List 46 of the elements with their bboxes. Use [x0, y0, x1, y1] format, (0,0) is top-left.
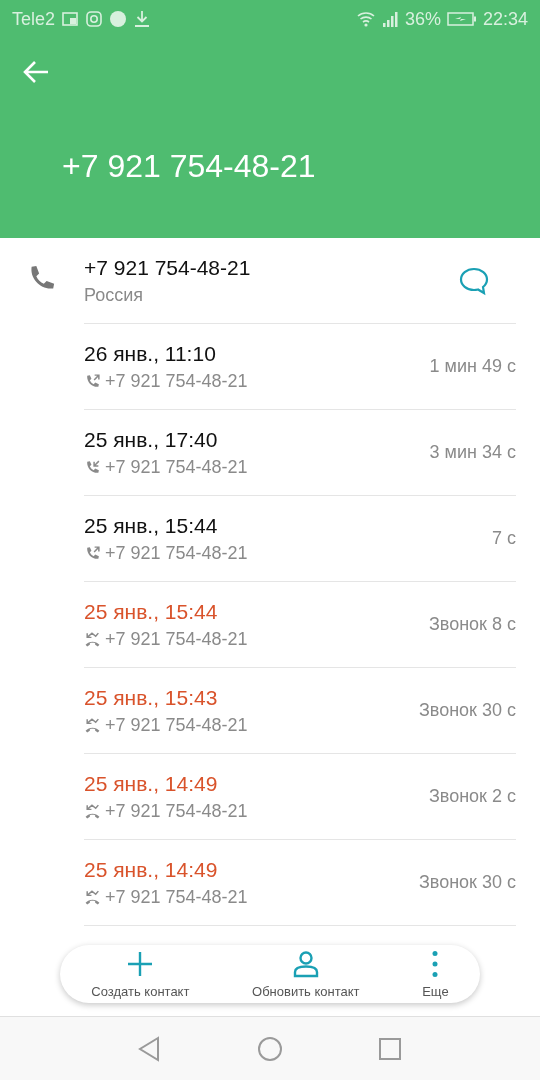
missed-call-icon: [84, 888, 101, 906]
phone-number: +7 921 754-48-21: [84, 255, 252, 280]
call-duration: 7 с: [492, 528, 516, 549]
missed-call-icon: [84, 716, 101, 734]
wifi-icon: [356, 10, 375, 28]
call-time: 25 янв., 14:49: [84, 771, 219, 796]
app-circle-icon: [109, 10, 128, 28]
action-button[interactable]: Обновить контакт: [252, 949, 360, 999]
action-button[interactable]: Еще: [422, 949, 449, 999]
call-time: 25 янв., 15:44: [84, 513, 219, 538]
call-number: +7 921 754-48-21: [105, 714, 248, 736]
contact-title: +7 921 754-48-21: [62, 148, 317, 185]
outgoing-call-icon: [84, 372, 101, 390]
call-time: 26 янв., 11:10: [84, 341, 217, 366]
call-time: 25 янв., 15:43: [84, 685, 219, 710]
region-label: Россия: [84, 284, 145, 306]
call-time: 25 янв., 17:40: [84, 427, 219, 452]
missed-call-icon: [84, 630, 101, 648]
camera-icon: [85, 10, 104, 28]
download-icon: [133, 10, 152, 28]
call-number: +7 921 754-48-21: [105, 800, 248, 822]
call-duration: 1 мин 49 с: [429, 356, 516, 377]
call-number: +7 921 754-48-21: [105, 542, 248, 564]
call-time: 25 янв., 15:44: [84, 599, 219, 624]
clock: 22:34: [482, 8, 528, 30]
action-button[interactable]: Создать контакт: [91, 949, 190, 999]
plus-icon: [126, 949, 155, 978]
person-icon: [291, 949, 320, 978]
call-duration: Звонок 30 с: [418, 872, 516, 893]
call-number: +7 921 754-48-21: [105, 370, 248, 392]
call-duration: Звонок 30 с: [418, 700, 516, 721]
incoming-call-icon: [84, 458, 101, 476]
carrier-name: Tele2: [12, 8, 56, 30]
call-duration: 3 мин 34 с: [429, 442, 516, 463]
signal-icon: [380, 10, 399, 28]
battery-charging-icon: [446, 11, 477, 27]
missed-call-icon: [84, 802, 101, 820]
more-icon: [432, 949, 439, 978]
call-time: 25 янв., 14:49: [84, 857, 219, 882]
outgoing-call-icon: [84, 544, 101, 562]
call-number: +7 921 754-48-21: [105, 886, 248, 908]
call-number: +7 921 754-48-21: [105, 456, 248, 478]
call-duration: Звонок 8 с: [428, 614, 516, 635]
call-number: +7 921 754-48-21: [105, 628, 248, 650]
battery-percent: 36%: [404, 8, 441, 30]
call-duration: Звонок 2 с: [428, 786, 516, 807]
